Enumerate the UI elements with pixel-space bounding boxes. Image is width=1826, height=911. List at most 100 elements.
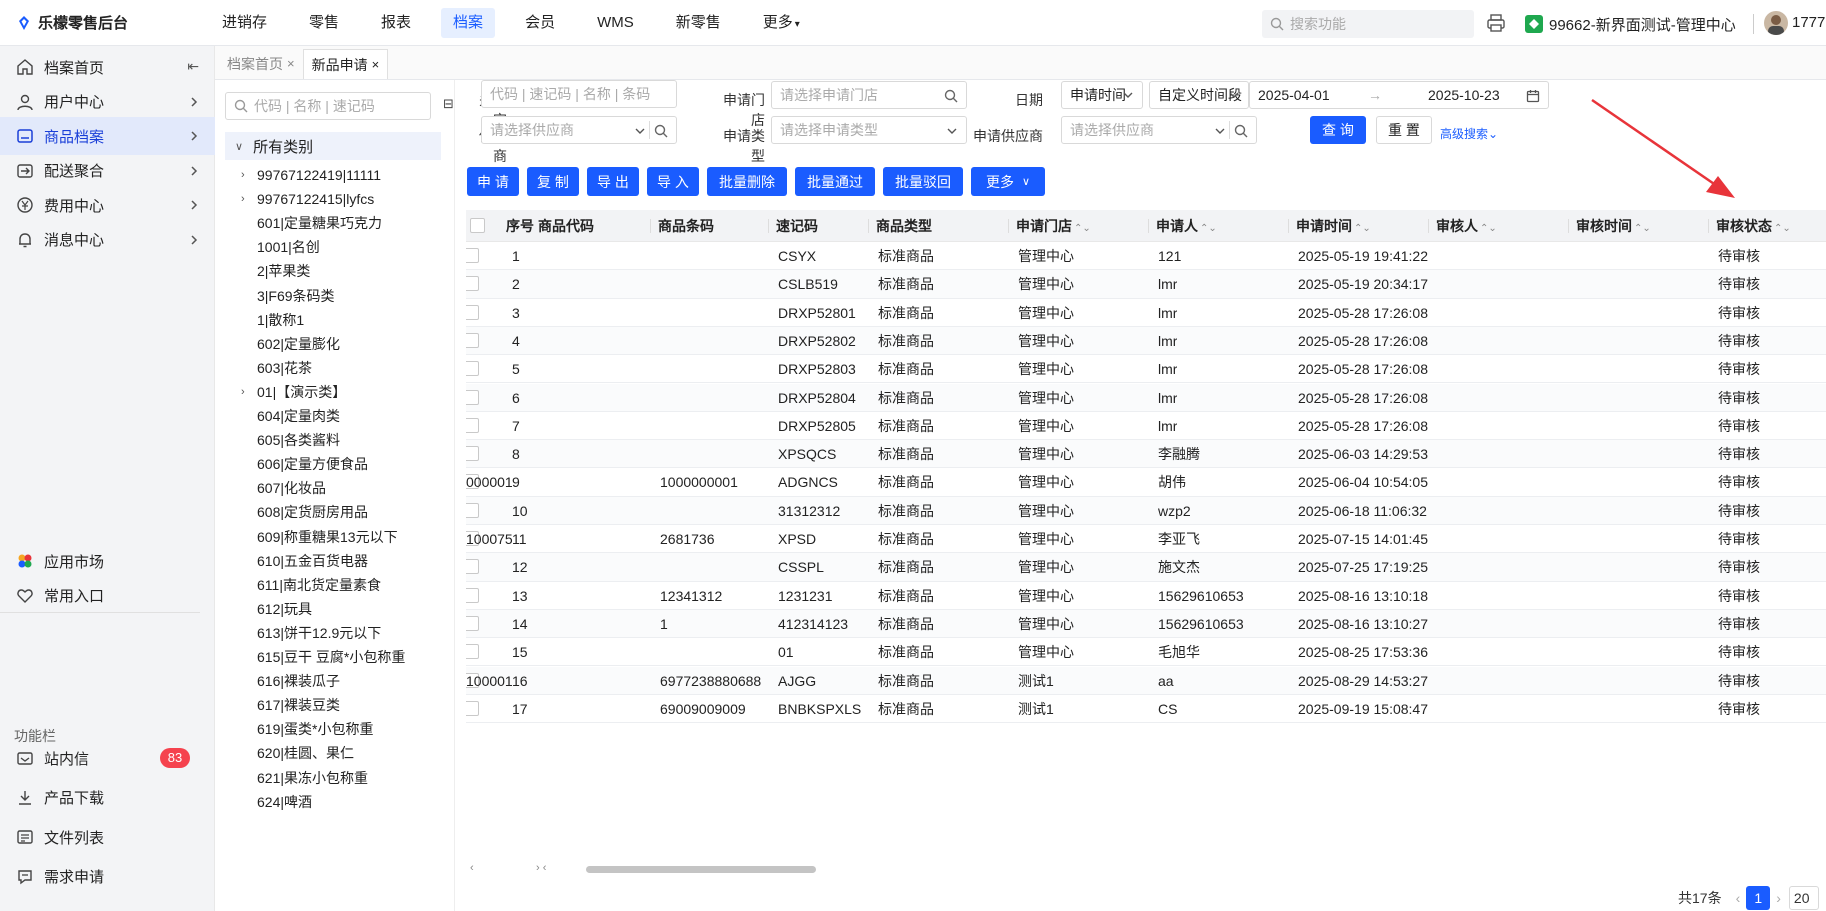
store-switcher[interactable]: 99662-新界面测试-管理中心: [1525, 10, 1736, 38]
action-button-4[interactable]: 批量删除: [707, 167, 787, 196]
sort-icon[interactable]: ⌃⌄: [1074, 223, 1091, 234]
keyword-input[interactable]: 代码 | 速记码 | 名称 | 条码: [481, 80, 677, 108]
topnav-item-6[interactable]: 新零售: [664, 8, 733, 38]
topnav-item-3[interactable]: 档案: [441, 7, 496, 38]
column-header-6[interactable]: 申请人 ⌃⌄: [1156, 210, 1288, 242]
avatar[interactable]: [1764, 11, 1788, 35]
tree-node[interactable]: › 99767122415|lyfcs: [241, 187, 374, 211]
tree-node[interactable]: 608|定货厨房用品: [257, 500, 368, 524]
table-row[interactable]: 9 000001 1000000001 ADGNCS 标准商品 管理中心 胡伟 2025-06…: [466, 468, 1826, 497]
date-range-picker[interactable]: 2025-04-01 → 2025-10-23: [1249, 81, 1549, 109]
store-select[interactable]: 请选择申请门店: [771, 81, 967, 109]
sidebar-bottom-item-1[interactable]: 常用入口: [0, 577, 215, 615]
advanced-search-link[interactable]: 高级搜索⌄: [1440, 125, 1498, 142]
tree-node[interactable]: 620|桂圆、果仁: [257, 741, 354, 765]
tree-node[interactable]: › 01|【演示类】: [241, 380, 346, 404]
tree-node[interactable]: 606|定量方便食品: [257, 452, 368, 476]
collapse-sidebar-icon[interactable]: ⇤: [187, 58, 199, 75]
sidebar-item-1[interactable]: 用户中心: [0, 83, 215, 121]
tree-node[interactable]: 609|称重糖果13元以下: [257, 525, 398, 549]
sidebar-func-item-3[interactable]: 需求申请: [0, 858, 215, 896]
search-icon[interactable]: [944, 89, 958, 103]
sort-icon[interactable]: ⌃⌄: [1354, 223, 1371, 234]
topnav-item-7[interactable]: 更多 ▾: [751, 8, 812, 38]
search-icon[interactable]: [654, 124, 668, 138]
close-icon[interactable]: ×: [372, 50, 380, 80]
tree-node[interactable]: 611|南北货定量素食: [257, 573, 381, 597]
column-header-9[interactable]: 审核时间 ⌃⌄: [1576, 210, 1708, 242]
table-row[interactable]: 6 DRXP52804 标准商品 管理中心 lmr 2025-05-28 17:26:08…: [466, 383, 1826, 412]
table-row[interactable]: 11 100075 2681736 XPSD 标准商品 管理中心 李亚飞 2025-07-15…: [466, 525, 1826, 554]
action-button-5[interactable]: 批量通过: [795, 167, 875, 196]
column-header-2[interactable]: 商品条码: [658, 210, 768, 242]
scroll-thumb[interactable]: [586, 866, 816, 873]
chevron-right-icon[interactable]: ›: [241, 193, 257, 205]
tree-node[interactable]: 3|F69条码类: [257, 284, 335, 308]
table-row[interactable]: 8 XPSQCS 标准商品 管理中心 李融腾 2025-06-03 14:29:53 待审核: [466, 440, 1826, 469]
tree-node[interactable]: 624|啤酒: [257, 790, 312, 814]
sort-icon[interactable]: ⌃⌄: [1634, 223, 1651, 234]
tree-node[interactable]: 612|玩具: [257, 597, 312, 621]
tab-0[interactable]: 档案首页 ×: [219, 49, 303, 79]
action-button-3[interactable]: 导 入: [647, 167, 699, 196]
sidebar-bottom-item-0[interactable]: 应用市场: [0, 542, 215, 580]
column-header-3[interactable]: 速记码: [776, 210, 868, 242]
calendar-icon[interactable]: [1526, 89, 1540, 103]
action-button-2[interactable]: 导 出: [587, 167, 639, 196]
date-type-select[interactable]: 申请时间: [1061, 81, 1143, 109]
prev-page-icon[interactable]: ‹: [1736, 890, 1741, 906]
column-header-1[interactable]: 商品代码: [538, 210, 638, 242]
table-row[interactable]: 1 CSYX 标准商品 管理中心 121 2025-05-19 19:41:22 待审核: [466, 242, 1826, 271]
table-row[interactable]: 14 1 412314123 标准商品 管理中心 15629610653 2025-08-1…: [466, 609, 1826, 639]
sidebar-item-0[interactable]: 档案首页 ⇤: [0, 48, 215, 86]
table-row[interactable]: 15 01 标准商品 管理中心 毛旭华 2025-08-25 17:53:36 待审核: [466, 638, 1826, 667]
tree-node[interactable]: 601|定量糖果巧克力: [257, 211, 382, 235]
tree-node[interactable]: 613|饼干12.9元以下: [257, 621, 381, 645]
tree-node[interactable]: 605|各类酱料: [257, 428, 340, 452]
supplier-select[interactable]: 请选择供应商: [481, 116, 677, 144]
sidebar-func-item-2[interactable]: 文件列表: [0, 818, 215, 856]
sort-icon[interactable]: ⌃⌄: [1200, 223, 1217, 234]
topnav-item-1[interactable]: 零售: [297, 8, 351, 38]
column-header-7[interactable]: 申请时间 ⌃⌄: [1296, 210, 1428, 242]
sidebar-func-item-0[interactable]: 站内信 83: [0, 739, 215, 777]
column-header-8[interactable]: 审核人 ⌃⌄: [1436, 210, 1568, 242]
function-search-input[interactable]: 搜索功能: [1262, 10, 1474, 38]
column-header-4[interactable]: 商品类型: [876, 210, 1008, 242]
sidebar-item-5[interactable]: 消息中心: [0, 221, 215, 259]
printer-icon[interactable]: [1486, 13, 1506, 33]
action-button-6[interactable]: 批量驳回: [883, 167, 963, 196]
table-row[interactable]: 17 69009009009 BNBKSPXLS 标准商品 测试1 CS 2025-09-1…: [466, 695, 1826, 724]
sidebar-item-4[interactable]: 费用中心: [0, 186, 215, 224]
action-button-1[interactable]: 复 制: [527, 167, 579, 196]
tree-node[interactable]: 616|裸装瓜子: [257, 669, 340, 693]
next-page-icon[interactable]: ›: [1776, 890, 1781, 906]
query-button[interactable]: 查 询: [1310, 116, 1366, 144]
table-row[interactable]: 5 DRXP52803 标准商品 管理中心 lmr 2025-05-28 17:26:08…: [466, 355, 1826, 384]
topnav-item-2[interactable]: 报表: [369, 8, 423, 38]
reset-button[interactable]: 重 置: [1376, 116, 1432, 144]
tree-node[interactable]: 615|豆干 豆腐*小包称重: [257, 645, 405, 669]
sidebar-item-2[interactable]: 商品档案: [0, 117, 215, 155]
sort-icon[interactable]: ⌃⌄: [1774, 223, 1791, 234]
tree-root[interactable]: ∨ 所有类别: [225, 132, 441, 160]
chevron-right-icon[interactable]: ›: [241, 386, 257, 398]
tree-node[interactable]: 602|定量膨化: [257, 332, 340, 356]
page-1-button[interactable]: 1: [1746, 886, 1771, 910]
column-header-0[interactable]: 序号: [506, 210, 542, 242]
user-name[interactable]: 1777: [1792, 14, 1825, 31]
tree-node[interactable]: 607|化妆品: [257, 476, 326, 500]
action-button-0[interactable]: 申 请: [467, 167, 519, 196]
action-button-7[interactable]: 更多 ∨: [971, 167, 1045, 196]
type-select[interactable]: 请选择申请类型: [771, 116, 967, 144]
column-header-5[interactable]: 申请门店 ⌃⌄: [1016, 210, 1148, 242]
chevron-right-icon[interactable]: ›: [241, 169, 257, 181]
tree-node[interactable]: 610|五金百货电器: [257, 549, 368, 573]
app-logo[interactable]: 乐檬零售后台: [0, 12, 200, 33]
topnav-item-0[interactable]: 进销存: [210, 8, 279, 38]
scroll-right-icon[interactable]: › ‹: [536, 862, 546, 874]
table-row[interactable]: 7 DRXP52805 标准商品 管理中心 lmr 2025-05-28 17:26:08…: [466, 412, 1826, 441]
tab-1[interactable]: 新品申请 ×: [302, 49, 389, 80]
scroll-left-icon[interactable]: ‹: [470, 862, 474, 874]
tree-node[interactable]: 1|散称1: [257, 308, 304, 332]
